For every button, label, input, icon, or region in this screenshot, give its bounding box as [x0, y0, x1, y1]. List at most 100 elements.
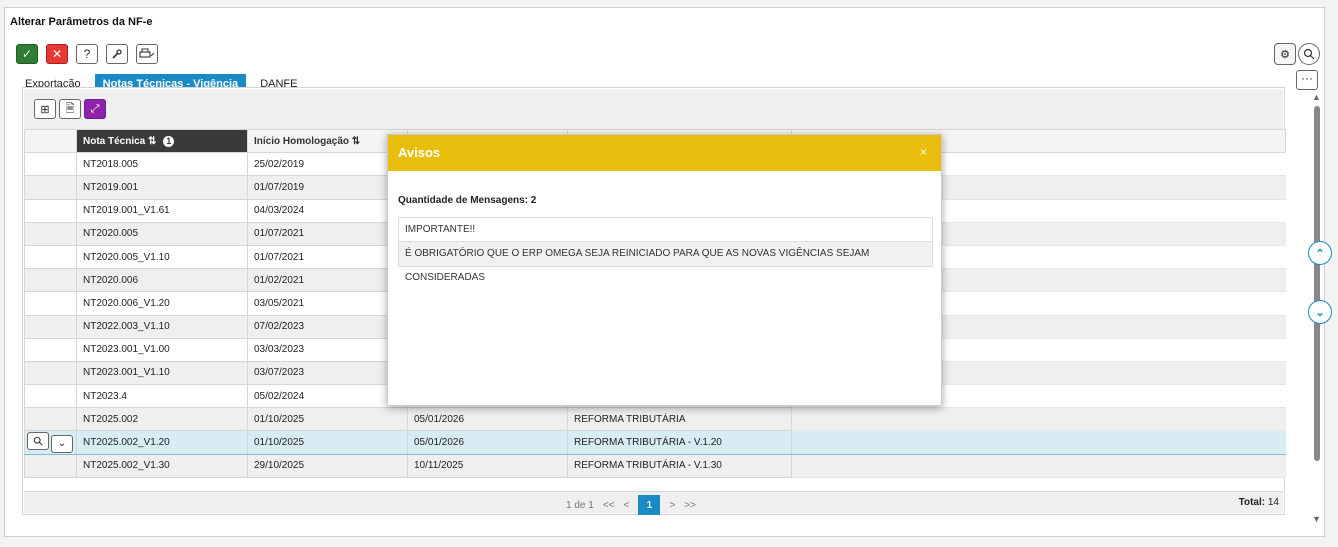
- double-chevron-down-icon: ⌄: [1315, 306, 1325, 319]
- total-count: Total: 14: [1239, 497, 1279, 508]
- row-actions-cell: [24, 291, 77, 316]
- filler-cell: [791, 407, 1286, 432]
- inicio-homologacao-cell: 03/07/2023: [247, 360, 408, 386]
- search-button[interactable]: [1298, 43, 1320, 65]
- row-actions-cell: [24, 268, 77, 293]
- inicio-homologacao-cell: 03/05/2021: [247, 291, 408, 316]
- row-actions-cell: [24, 337, 77, 362]
- nota-tecnica-cell: NT2020.006: [76, 268, 248, 293]
- ellipsis-icon: ···: [1301, 71, 1313, 85]
- settings-button[interactable]: ⚙: [1274, 43, 1296, 65]
- printer-icon: [139, 48, 155, 58]
- column-header-inicio-homologacao[interactable]: Início Homologação ⇅: [247, 128, 408, 154]
- scroll-up-arrow-icon[interactable]: ▲: [1312, 92, 1321, 102]
- inicio-homologacao-cell: 04/03/2024: [247, 198, 408, 223]
- filler-cell: [791, 430, 1286, 455]
- print-button[interactable]: [136, 44, 158, 64]
- grid-toolbar: ⊞ 🗎 ⤢: [24, 89, 1283, 129]
- table-row[interactable]: NT2025.002_V1.30 29/10/2025 10/11/2025 REFO…: [24, 453, 1286, 478]
- inicio-homologacao-cell: 01/07/2021: [247, 244, 408, 270]
- total-value: 14: [1267, 497, 1279, 508]
- help-icon: ?: [83, 47, 91, 61]
- pagination: 1 de 1 << < 1 > >>: [566, 495, 696, 515]
- sort-order-badge: 1: [163, 135, 175, 147]
- row-actions-cell: ⌄: [24, 430, 77, 455]
- confirm-button[interactable]: ✓: [16, 44, 38, 64]
- nota-tecnica-cell: NT2019.001_V1.61: [76, 198, 248, 223]
- row-actions-cell: [24, 175, 77, 200]
- inicio-homologacao-cell: 25/02/2019: [247, 152, 408, 177]
- prev-page-button[interactable]: <: [624, 500, 630, 511]
- dialog-close-button[interactable]: ×: [920, 145, 927, 159]
- grid-footer: 1 de 1 << < 1 > >> Total: 14: [24, 491, 1283, 515]
- row-actions-cell: [24, 152, 77, 177]
- inicio-homologacao-cell: 29/10/2025: [247, 453, 408, 478]
- check-icon: ✓: [21, 47, 33, 61]
- inicio-homologacao-cell: 01/07/2019: [247, 175, 408, 200]
- column-3-cell: 05/01/2026: [407, 407, 568, 432]
- message-list: IMPORTANTE!! É OBRIGATÓRIO QUE O ERP OME…: [398, 217, 933, 283]
- nota-tecnica-cell: NT2020.006_V1.20: [76, 291, 248, 316]
- row-view-button[interactable]: [27, 432, 49, 451]
- more-options-button[interactable]: ···: [1296, 70, 1318, 90]
- row-actions-cell: [24, 244, 77, 270]
- column-header-actions: [24, 128, 77, 154]
- document-icon: 🗎: [65, 102, 75, 115]
- grid-export-button[interactable]: ⤢: [84, 99, 106, 119]
- row-actions-cell: [24, 198, 77, 223]
- page-info: 1 de 1: [566, 499, 594, 511]
- next-page-button[interactable]: >: [669, 500, 675, 511]
- inicio-homologacao-cell: 01/02/2021: [247, 268, 408, 293]
- main-toolbar: ✓ ✕ ?: [16, 44, 158, 64]
- column-header-nota-tecnica[interactable]: Nota Técnica ⇅ 1: [76, 128, 248, 154]
- grid-document-button[interactable]: 🗎: [59, 99, 81, 119]
- scroll-to-top-button[interactable]: ⌃: [1308, 241, 1332, 265]
- row-actions-cell: [24, 453, 77, 478]
- search-icon: [1303, 48, 1315, 60]
- window-title: Alterar Parâmetros da NF-e: [10, 16, 153, 28]
- row-actions-cell: [24, 360, 77, 386]
- nota-tecnica-cell: NT2023.001_V1.00: [76, 337, 248, 362]
- nota-tecnica-cell: NT2023.001_V1.10: [76, 360, 248, 386]
- message-count: Quantidade de Mensagens: 2: [398, 195, 537, 206]
- inicio-homologacao-cell: 01/10/2025: [247, 430, 408, 455]
- scroll-thumb[interactable]: [1314, 106, 1320, 461]
- nota-tecnica-cell: NT2020.005: [76, 221, 248, 246]
- search-icon: [33, 436, 43, 446]
- total-label: Total:: [1238, 497, 1266, 508]
- tools-button[interactable]: [106, 44, 128, 64]
- column-4-cell: REFORMA TRIBUTÁRIA: [567, 407, 792, 432]
- grid-columns-button[interactable]: ⊞: [34, 99, 56, 119]
- chevron-down-icon: ⌄: [57, 438, 67, 450]
- nota-tecnica-cell: NT2018.005: [76, 152, 248, 177]
- nota-tecnica-cell: NT2019.001: [76, 175, 248, 200]
- message-item: IMPORTANTE!!: [399, 218, 932, 242]
- close-icon: ✕: [51, 47, 63, 61]
- filler-cell: [791, 454, 1286, 478]
- first-page-button[interactable]: <<: [603, 500, 615, 511]
- last-page-button[interactable]: >>: [684, 500, 696, 511]
- scroll-to-bottom-button[interactable]: ⌄: [1308, 300, 1332, 324]
- wrench-icon: [112, 49, 122, 59]
- dialog-header: Avisos ×: [388, 135, 941, 171]
- gear-icon: ⚙: [1280, 48, 1290, 61]
- nota-tecnica-cell: NT2023.4: [76, 384, 248, 409]
- current-page-button[interactable]: 1: [638, 495, 661, 515]
- grid-icon: ⊞: [40, 103, 50, 116]
- cancel-button[interactable]: ✕: [46, 44, 68, 64]
- nota-tecnica-cell: NT2020.005_V1.10: [76, 244, 248, 270]
- nota-tecnica-cell: NT2022.003_V1.10: [76, 314, 248, 339]
- help-button[interactable]: ?: [76, 44, 98, 64]
- inicio-homologacao-cell: 07/02/2023: [247, 314, 408, 339]
- table-row[interactable]: NT2025.002 01/10/2025 05/01/2026 REFORMA TR…: [24, 407, 1286, 432]
- scroll-down-arrow-icon[interactable]: ▼: [1312, 514, 1321, 524]
- nota-tecnica-cell: NT2025.002_V1.20: [76, 430, 248, 455]
- expand-icon: ⤢: [90, 102, 100, 115]
- row-actions-cell: [24, 221, 77, 246]
- inicio-homologacao-cell: 03/03/2023: [247, 337, 408, 362]
- row-expand-button[interactable]: ⌄: [51, 434, 73, 453]
- table-row[interactable]: ⌄ NT2025.002_V1.20 01/10/2025 05/01/2026 REF…: [24, 430, 1286, 455]
- dialog-title: Avisos: [398, 145, 441, 160]
- column-4-cell: REFORMA TRIBUTÁRIA - V.1.30: [567, 453, 792, 478]
- nota-tecnica-cell: NT2025.002: [76, 407, 248, 432]
